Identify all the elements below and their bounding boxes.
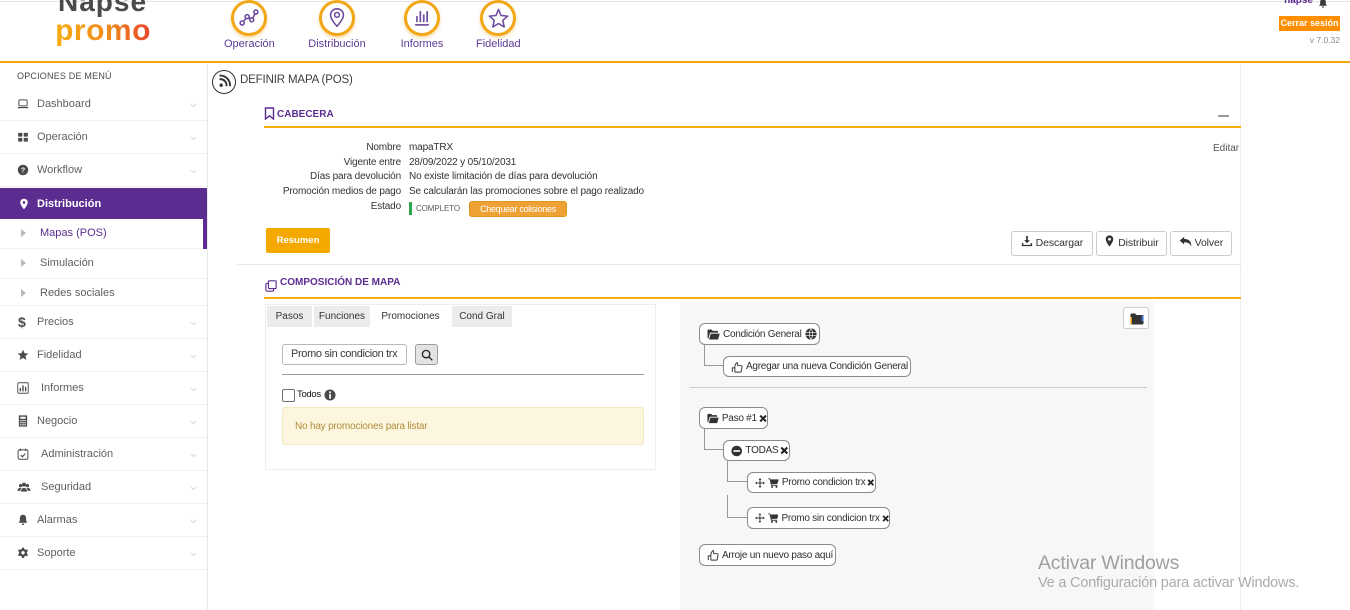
svg-text:?: ?: [21, 167, 25, 175]
